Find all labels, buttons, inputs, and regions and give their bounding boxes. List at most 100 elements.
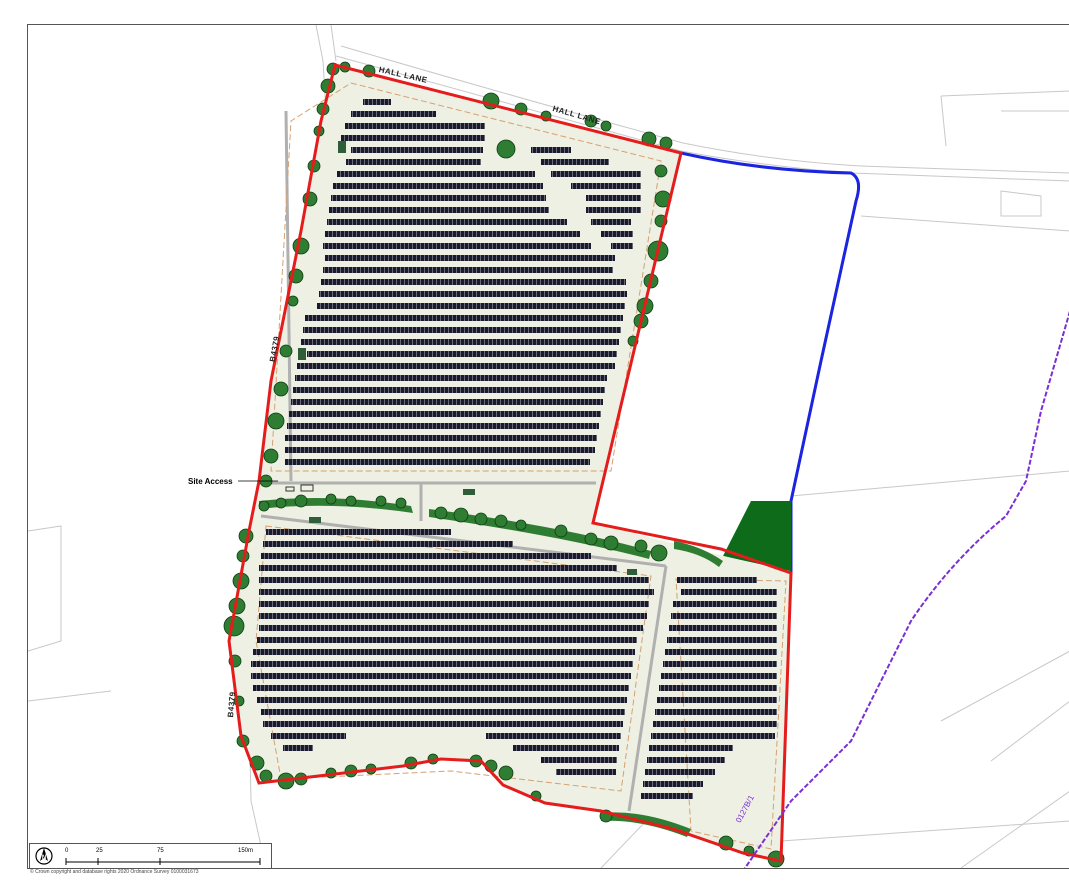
tree-canopy [263, 448, 279, 464]
scale-ticks: 0 25 75 150m [65, 848, 265, 866]
tree-canopy [494, 514, 508, 528]
solar-panel-cells [677, 577, 757, 583]
solar-panel-cells [643, 781, 703, 787]
solar-panel-cells [486, 733, 621, 739]
tree-canopy [375, 495, 387, 507]
solar-panel-cells [297, 363, 615, 369]
solar-panel-cells [257, 637, 637, 643]
north-arrow-icon: N [35, 847, 53, 865]
solar-panel-cells [611, 243, 633, 249]
solar-panel-cells [653, 721, 777, 727]
tree-canopy [650, 544, 668, 562]
solar-panel-cells [259, 613, 647, 619]
tree-canopy [654, 164, 668, 178]
solar-panel-cells [556, 769, 616, 775]
solar-panel-cells [263, 541, 513, 547]
tree-canopy [515, 519, 527, 531]
solar-panel-cells [253, 685, 629, 691]
solar-panel-cells [663, 661, 777, 667]
solar-panel-cells [259, 577, 649, 583]
tree-canopy [603, 535, 619, 551]
solar-panel-cells [271, 733, 346, 739]
solar-panel-cells [323, 243, 591, 249]
solar-panel-cells [363, 99, 391, 105]
solar-panel-cells [681, 589, 777, 595]
solar-panel-cells [259, 589, 654, 595]
solar-panel-cells [346, 159, 481, 165]
solar-panel-cells [333, 183, 543, 189]
solar-panel-cells [261, 553, 591, 559]
tree-canopy [345, 495, 357, 507]
tree-canopy [279, 344, 293, 358]
tree-canopy [498, 765, 514, 781]
solar-panel-cells [667, 637, 777, 643]
solar-panel-cells [586, 195, 641, 201]
scale-tick-label: 0 [65, 848, 69, 854]
tree-canopy [267, 412, 285, 430]
solar-panel-cells [283, 745, 313, 751]
solar-panel-cells [645, 769, 715, 775]
solar-panel-cells [665, 649, 777, 655]
tree-canopy [294, 494, 308, 508]
site-plan-map[interactable] [28, 25, 1069, 868]
solar-panel-cells [513, 745, 619, 751]
svg-text:N: N [42, 855, 46, 861]
solar-panel-cells [289, 411, 601, 417]
solar-panel-cells [669, 625, 777, 631]
solar-panel-cells [317, 303, 625, 309]
solar-panel-cells [541, 159, 609, 165]
solar-panel-cells [329, 207, 549, 213]
copyright-notice: © Crown copyright and database rights 20… [30, 869, 199, 875]
solar-panel-cells [651, 733, 775, 739]
tree-canopy [453, 507, 469, 523]
solar-panel-cells [259, 601, 649, 607]
solar-panel-cells [323, 267, 613, 273]
solar-panel-cells [305, 315, 623, 321]
site-access-leader-line [238, 480, 278, 482]
solar-panel-cells [285, 459, 590, 465]
tree-canopy [287, 295, 299, 307]
solar-panel-cells [657, 697, 777, 703]
scale-tick-label: 75 [157, 848, 164, 854]
solar-panel-cells [253, 649, 635, 655]
solar-panel-cells [287, 423, 599, 429]
solar-panel-cells [341, 135, 485, 141]
tree-canopy [273, 381, 289, 397]
map-frame[interactable]: HALL LANE HALL LANE B4379 B4379 Site Acc… [27, 24, 1069, 869]
solar-panel-cells [257, 697, 627, 703]
solar-panel-cells [263, 721, 623, 727]
site-access-label: Site Access [188, 477, 233, 486]
solar-panel-cells [673, 601, 777, 607]
solar-panel-cells [251, 673, 631, 679]
solar-panel-cells [337, 171, 535, 177]
solar-panel-cells [351, 111, 436, 117]
tree-canopy [496, 139, 516, 159]
solar-panel-cells [655, 709, 777, 715]
solar-panel-cells [291, 399, 603, 405]
solar-panel-cells [661, 673, 777, 679]
solar-panel-cells [321, 279, 626, 285]
tree-canopy [434, 506, 448, 520]
solar-panel-cells [649, 745, 733, 751]
tree-canopy [258, 500, 270, 512]
tree-canopy [275, 497, 287, 509]
solar-panel-cells [586, 207, 641, 213]
solar-panel-cells [571, 183, 641, 189]
tree-canopy [634, 539, 648, 553]
solar-panel-cells [325, 255, 615, 261]
solar-panel-cells [345, 123, 485, 129]
solar-panel-cells [641, 793, 693, 799]
scale-bar: N 0 25 75 150m [29, 843, 272, 869]
scale-tick-label: 25 [96, 848, 103, 854]
solar-panel-cells [551, 171, 641, 177]
tree-canopy [600, 120, 612, 132]
solar-panel-cells [591, 219, 631, 225]
solar-panel-cells [331, 195, 546, 201]
solar-panel-cells [259, 565, 617, 571]
tree-canopy [554, 524, 568, 538]
solar-panel-cells [327, 219, 567, 225]
tree-canopy [395, 497, 407, 509]
solar-panel-cells [671, 613, 777, 619]
solar-panel-cells [541, 757, 617, 763]
solar-panel-cells [303, 327, 621, 333]
